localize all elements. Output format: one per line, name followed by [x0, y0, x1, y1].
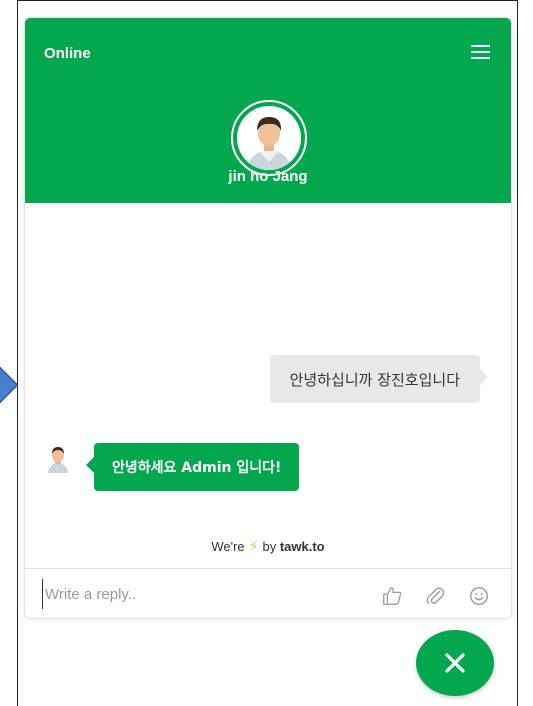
- agent-mini-avatar-icon: [48, 447, 68, 473]
- branding-prefix: We're: [211, 539, 245, 554]
- brand-name: tawk.to: [279, 539, 325, 554]
- emoji-smiley-icon[interactable]: [468, 585, 490, 607]
- reply-input[interactable]: [42, 579, 372, 609]
- message-list: 안녕하십니까 장진호입니다 안녕하세요 Admin 입니다! We're ⚡ b…: [25, 203, 511, 568]
- branding-suffix: by: [262, 539, 277, 554]
- paperclip-icon[interactable]: [424, 585, 446, 607]
- close-icon: [445, 653, 465, 673]
- person-icon: [237, 106, 301, 170]
- status-label: Online: [44, 45, 91, 62]
- agent-name: jin ho Jang: [228, 168, 308, 185]
- chat-widget: Online jin ho Jang 안녕하십니까 장진호입니다 안녕하세요 A…: [24, 17, 512, 619]
- lightning-bolt-icon: ⚡: [248, 538, 259, 555]
- side-arrow-shape: [0, 363, 22, 407]
- thumbs-up-icon[interactable]: [381, 585, 403, 607]
- chat-header: Online jin ho Jang: [25, 18, 511, 203]
- branding[interactable]: We're ⚡ by tawk.to: [25, 537, 511, 555]
- reply-composer: [25, 568, 511, 618]
- agent-avatar: [231, 100, 307, 176]
- hamburger-menu-icon[interactable]: [471, 45, 490, 59]
- agent-message-bubble: 안녕하세요 Admin 입니다!: [85, 443, 300, 491]
- visitor-message-bubble: 안녕하십니까 장진호입니다: [269, 355, 489, 403]
- close-chat-button[interactable]: [416, 630, 494, 696]
